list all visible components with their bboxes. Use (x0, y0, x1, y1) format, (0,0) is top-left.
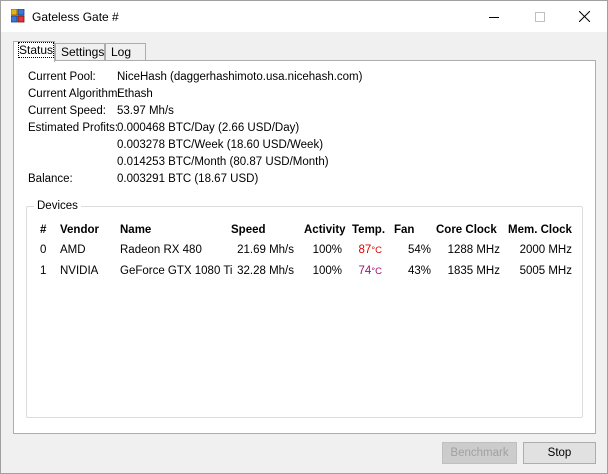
stop-button[interactable]: Stop (523, 442, 596, 464)
device-activity: 100% (312, 244, 342, 256)
device-mem-clock: 5005 MHz (519, 265, 572, 277)
device-fan: 43% (407, 265, 431, 277)
maximize-button[interactable] (517, 1, 563, 32)
main-window: Gateless Gate # Status Settings Log Curr… (0, 0, 608, 474)
pool-value: NiceHash (daggerhashimoto.usa.nicehash.c… (117, 71, 363, 83)
device-temp-unit: °C (371, 266, 382, 277)
device-speed: 32.28 Mh/s (237, 265, 294, 277)
device-fan: 54% (407, 244, 431, 256)
device-core-clock: 1288 MHz (447, 244, 500, 256)
device-name: GeForce GTX 1080 Ti (120, 265, 233, 277)
device-core-clock: 1835 MHz (447, 265, 500, 277)
profits-label: Estimated Profits: (28, 122, 119, 134)
balance-value: 0.003291 BTC (18.67 USD) (117, 173, 259, 185)
col-activity-header: Activity (304, 224, 346, 236)
benchmark-button[interactable]: Benchmark (442, 442, 517, 464)
device-temp-value: 87 (358, 244, 372, 256)
title-bar[interactable]: Gateless Gate # (1, 1, 607, 32)
profit-day: 0.000468 BTC/Day (2.66 USD/Day) (117, 122, 300, 134)
device-temp-value: 74 (358, 265, 372, 277)
algorithm-value: Ethash (117, 88, 153, 100)
status-panel: Current Pool: NiceHash (daggerhashimoto.… (13, 60, 596, 434)
col-speed-header: Speed (231, 224, 266, 236)
minimize-button[interactable] (471, 1, 517, 32)
device-temp: 87°C (348, 243, 382, 258)
tab-settings[interactable]: Settings (55, 43, 105, 61)
col-name-header: Name (120, 224, 152, 236)
devices-group-title: Devices (34, 199, 81, 214)
device-temp: 74°C (348, 264, 382, 279)
minimize-icon (489, 16, 499, 18)
col-temp-header: Temp. (352, 224, 386, 236)
device-index: 1 (40, 265, 47, 277)
app-icon (11, 9, 25, 23)
close-icon (578, 11, 590, 22)
col-mem-clock-header: Mem. Clock (508, 224, 572, 236)
device-vendor: NVIDIA (60, 265, 99, 277)
window-title: Gateless Gate # (32, 10, 119, 24)
speed-label: Current Speed: (28, 105, 106, 117)
tab-log[interactable]: Log (105, 43, 146, 61)
device-speed: 21.69 Mh/s (237, 244, 294, 256)
device-activity: 100% (312, 265, 342, 277)
maximize-icon (535, 11, 545, 22)
profit-week: 0.003278 BTC/Week (18.60 USD/Week) (117, 139, 324, 151)
close-button[interactable] (561, 1, 607, 32)
col-fan-header: Fan (394, 224, 415, 236)
speed-value: 53.97 Mh/s (117, 105, 174, 117)
col-index-header: # (40, 224, 47, 236)
col-core-clock-header: Core Clock (436, 224, 497, 236)
algorithm-label: Current Algorithm: (28, 88, 121, 100)
profit-month: 0.014253 BTC/Month (80.87 USD/Month) (117, 156, 329, 168)
device-mem-clock: 2000 MHz (519, 244, 572, 256)
device-vendor: AMD (60, 244, 86, 256)
device-name: Radeon RX 480 (120, 244, 202, 256)
col-vendor-header: Vendor (60, 224, 99, 236)
device-temp-unit: °C (371, 245, 382, 256)
tab-status[interactable]: Status (13, 41, 55, 62)
pool-label: Current Pool: (28, 71, 96, 83)
device-index: 0 (40, 244, 47, 256)
balance-label: Balance: (28, 173, 73, 185)
